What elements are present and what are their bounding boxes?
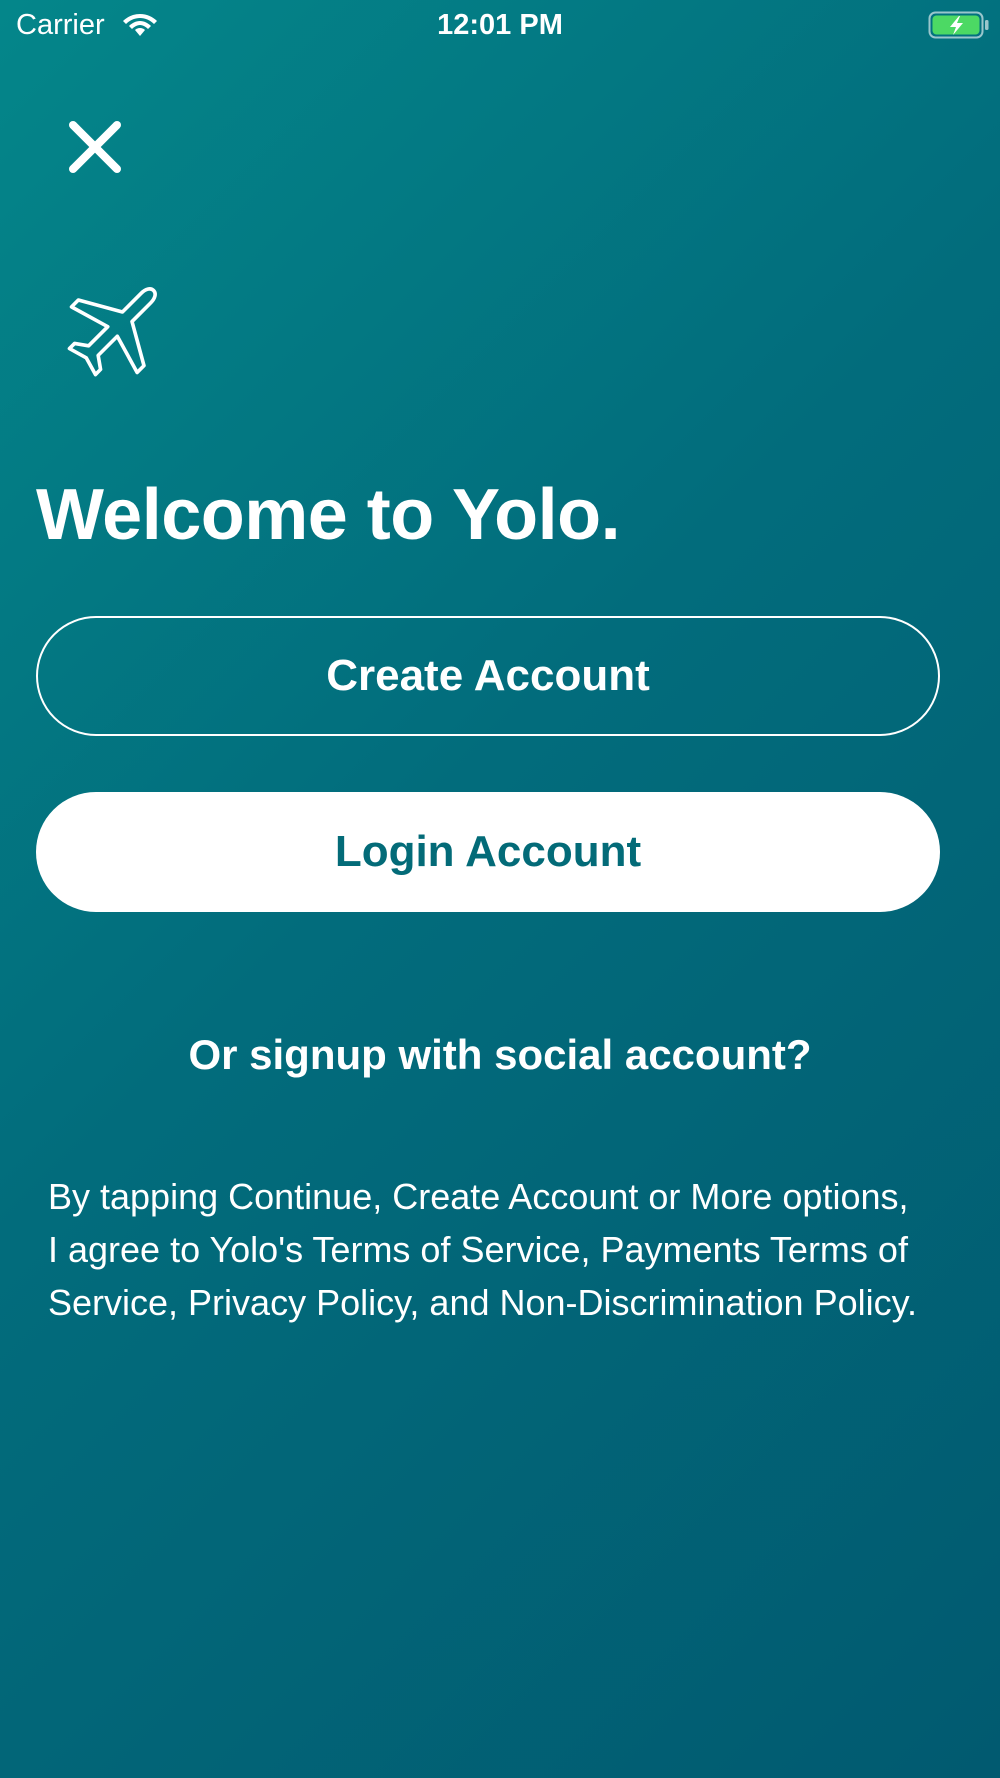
airplane-icon xyxy=(58,268,178,384)
create-account-button[interactable]: Create Account xyxy=(36,616,940,736)
login-account-label: Login Account xyxy=(334,827,642,876)
battery-charging-icon xyxy=(928,11,989,39)
status-time: 12:01 PM xyxy=(437,9,563,41)
social-signup-link[interactable]: Or signup with social account? xyxy=(0,1026,1000,1084)
legal-terms-text: By tapping Continue, Create Account or M… xyxy=(48,1176,917,1323)
status-bar: Carrier 12:01 PM xyxy=(0,0,1000,52)
create-account-label: Create Account xyxy=(326,651,650,700)
close-icon xyxy=(69,121,121,173)
close-button[interactable] xyxy=(64,116,126,178)
welcome-screen: Carrier 12:01 PM Welcome to Yolo. Create… xyxy=(0,0,1000,1778)
page-title: Welcome to Yolo. xyxy=(36,475,621,555)
login-account-button[interactable]: Login Account xyxy=(36,792,940,912)
